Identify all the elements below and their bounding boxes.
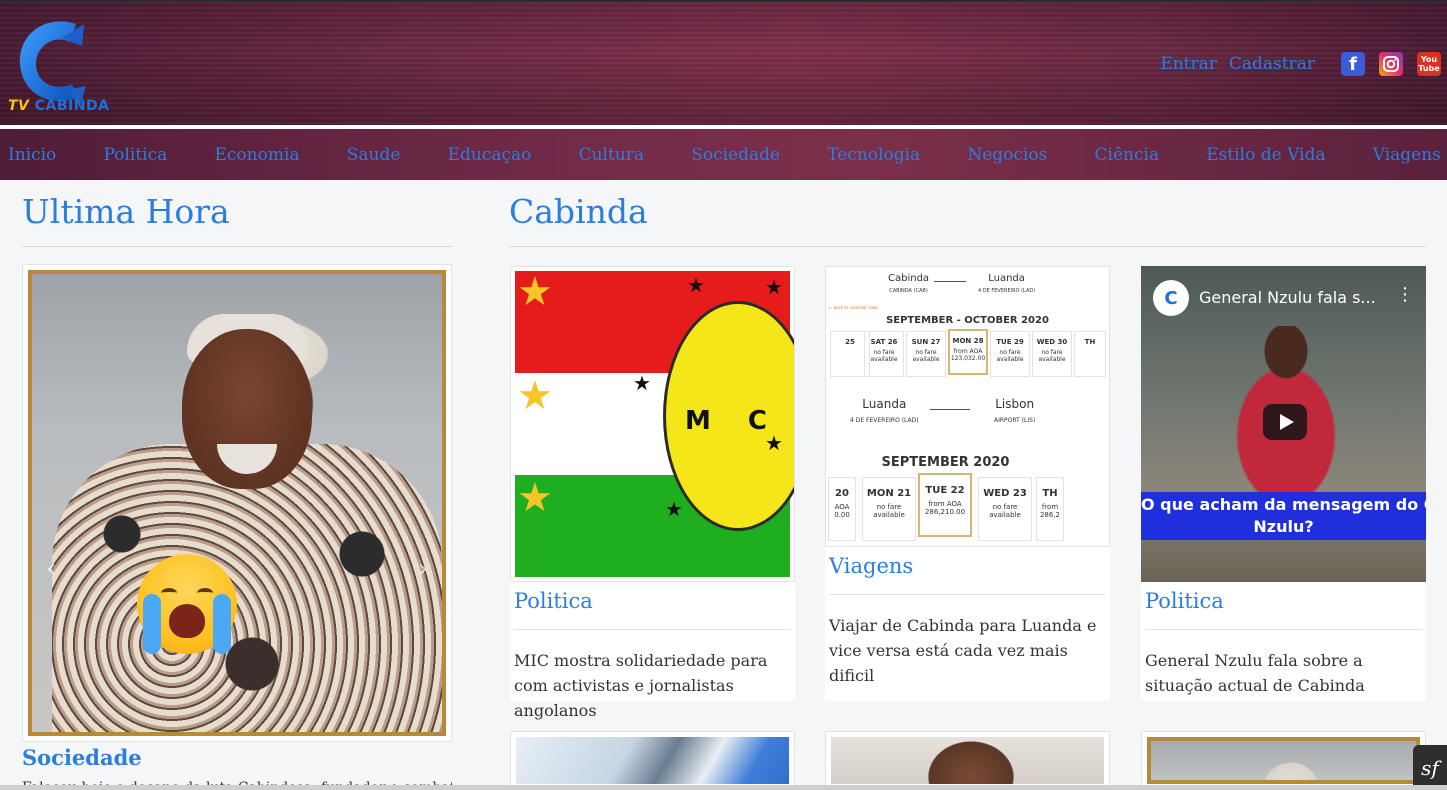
hero-image[interactable]: ‹ › bbox=[32, 274, 442, 732]
news-card-mic[interactable]: ★ ★ ★ ★ ★ ★ ★ ★ M C Politica MIC mostra … bbox=[510, 266, 795, 720]
tear-right bbox=[213, 594, 231, 654]
nav-item-educacao[interactable]: Educaçao bbox=[448, 145, 532, 165]
facebook-icon[interactable]: f bbox=[1341, 52, 1365, 76]
nav-item-viagens[interactable]: Viagens bbox=[1373, 145, 1441, 165]
youtube-video-embed[interactable]: C General Nzulu fala s... ⋮ O que acham … bbox=[1141, 266, 1426, 582]
play-button-icon[interactable] bbox=[1263, 404, 1307, 440]
nav-item-sociedade[interactable]: Sociedade bbox=[691, 145, 780, 165]
login-link[interactable]: Entrar bbox=[1160, 54, 1217, 74]
route2-to: Lisbon AIRPORT (LIS) bbox=[994, 397, 1036, 424]
card-image[interactable] bbox=[516, 737, 789, 784]
eye-left bbox=[161, 588, 177, 598]
news-card-thumb[interactable] bbox=[510, 731, 795, 790]
route1-arrow bbox=[934, 281, 966, 282]
card-image-frame: Cabinda CABINDA (CAB) Luanda 4 DE FEVEREIR… bbox=[825, 266, 1110, 547]
flight-day: TH bbox=[1074, 331, 1106, 377]
flight-schedule-image[interactable]: Cabinda CABINDA (CAB) Luanda 4 DE FEVEREIR… bbox=[826, 267, 1109, 546]
nav-item-inicio[interactable]: Inicio bbox=[8, 145, 56, 165]
site-header: TV CABINDA Entrar Cadastrar f You Tube bbox=[0, 0, 1447, 125]
instagram-icon[interactable] bbox=[1379, 52, 1403, 76]
main-nav: Inicio Politica Economia Saude Educaçao … bbox=[0, 129, 1447, 180]
ultima-hora-title: Ultima Hora bbox=[22, 192, 230, 231]
nav-item-ciencia[interactable]: Ciência bbox=[1095, 145, 1160, 165]
nav-item-politica[interactable]: Politica bbox=[103, 145, 167, 165]
flag-black-star-icon: ★ bbox=[765, 275, 783, 299]
flight-day-selected: TUE 22 from AOA 286,210.00 bbox=[918, 473, 972, 537]
tear-left bbox=[143, 594, 161, 654]
card-image-frame bbox=[1147, 737, 1420, 784]
nav-item-tecnologia[interactable]: Tecnologia bbox=[827, 145, 920, 165]
nav-item-negocios[interactable]: Negocios bbox=[967, 145, 1047, 165]
nav-item-economia[interactable]: Economia bbox=[214, 145, 299, 165]
flight-day: SAT 26 no fare available bbox=[864, 331, 904, 377]
video-title[interactable]: General Nzulu fala s... bbox=[1199, 288, 1376, 307]
nav-item-saude[interactable]: Saude bbox=[347, 145, 401, 165]
flight-day: MON 21 no fare available bbox=[862, 477, 916, 541]
card-headline[interactable]: Viajar de Cabinda para Luanda e vice ver… bbox=[829, 613, 1106, 688]
eye-right bbox=[197, 588, 213, 598]
nav-item-estilo-de-vida[interactable]: Estilo de Vida bbox=[1206, 145, 1325, 165]
cabinda-title: Cabinda bbox=[509, 192, 648, 231]
crying-face-icon bbox=[137, 554, 237, 654]
card-image[interactable] bbox=[1151, 741, 1416, 780]
flag-star-icon: ★ bbox=[517, 373, 553, 419]
month-header-1: SEPTEMBER - OCTOBER 2020 bbox=[886, 315, 1049, 326]
flight-day: WED 23 no fare available bbox=[978, 477, 1032, 541]
flight-day: 20 AOA 0.00 bbox=[828, 477, 856, 541]
card-headline[interactable]: General Nzulu fala sobre a situação actu… bbox=[1145, 648, 1422, 698]
header-links: Entrar Cadastrar f You Tube bbox=[1160, 52, 1441, 76]
card-category-link[interactable]: Politica bbox=[1145, 589, 1224, 613]
card-divider bbox=[1145, 629, 1422, 630]
channel-logo-icon[interactable]: C bbox=[1153, 280, 1189, 316]
route2-from: Luanda 4 DE FEVEREIRO (LAD) bbox=[850, 397, 919, 424]
month-header-2: SEPTEMBER 2020 bbox=[881, 455, 1010, 470]
route1-to: Luanda 4 DE FEVEREIRO (LAD) bbox=[978, 273, 1036, 294]
carousel-next-icon[interactable]: › bbox=[418, 554, 428, 584]
route2-arrow bbox=[930, 409, 970, 410]
news-card-viagens[interactable]: Cabinda CABINDA (CAB) Luanda 4 DE FEVEREIR… bbox=[825, 266, 1110, 701]
card-image[interactable] bbox=[831, 737, 1104, 784]
carousel-prev-icon[interactable]: ‹ bbox=[46, 554, 56, 584]
symfony-debug-icon[interactable]: sf bbox=[1413, 745, 1447, 790]
card-image-frame: C General Nzulu fala s... ⋮ O que acham … bbox=[1141, 266, 1426, 582]
flight-day: SUN 27 no fare available bbox=[906, 331, 946, 377]
hero-carousel[interactable]: ‹ › bbox=[22, 264, 452, 742]
flag-star-icon: ★ bbox=[517, 475, 553, 521]
card-headline[interactable]: MIC mostra solidariedade para com activi… bbox=[514, 648, 791, 723]
card-category-link[interactable]: Viagens bbox=[829, 554, 913, 578]
hero-category-link[interactable]: Sociedade bbox=[22, 745, 142, 770]
youtube-icon[interactable]: You Tube bbox=[1417, 52, 1441, 76]
hero-frame: ‹ › bbox=[28, 270, 446, 736]
card-category-link[interactable]: Politica bbox=[514, 589, 593, 613]
flag-black-star-icon: ★ bbox=[665, 497, 683, 521]
mic-flag-image[interactable]: ★ ★ ★ ★ ★ ★ ★ ★ M C bbox=[515, 269, 794, 577]
news-card-nzulu[interactable]: C General Nzulu fala s... ⋮ O que acham … bbox=[1141, 266, 1426, 701]
flight-day-selected: MON 28 from AOA 123,032.00 bbox=[948, 329, 988, 375]
logo-text: TV CABINDA bbox=[8, 98, 110, 114]
flight-day: TUE 29 no fare available bbox=[990, 331, 1030, 377]
flight-day: TH from 286,2 bbox=[1036, 477, 1064, 541]
cabinda-divider bbox=[509, 246, 1426, 247]
horizontal-scrollbar[interactable] bbox=[0, 785, 1447, 790]
mouth bbox=[169, 604, 205, 638]
card-image-frame: ★ ★ ★ ★ ★ ★ ★ ★ M C bbox=[510, 266, 795, 582]
news-card-thumb[interactable] bbox=[1141, 731, 1426, 790]
register-link[interactable]: Cadastrar bbox=[1229, 54, 1315, 74]
flag-black-star-icon: ★ bbox=[687, 273, 705, 297]
back-link[interactable]: ← back to calendar view bbox=[829, 305, 878, 310]
flight-day: WED 30 no fare available bbox=[1032, 331, 1072, 377]
mic-letters: M C bbox=[685, 406, 782, 436]
route1-from: Cabinda CABINDA (CAB) bbox=[888, 273, 930, 294]
more-options-icon[interactable]: ⋮ bbox=[1396, 284, 1414, 305]
news-card-thumb[interactable] bbox=[825, 731, 1110, 790]
card-divider bbox=[829, 594, 1106, 595]
flag-black-star-icon: ★ bbox=[633, 371, 651, 395]
video-caption: O que acham da mensagem do Ge Nzulu? bbox=[1141, 492, 1426, 540]
nav-item-cultura[interactable]: Cultura bbox=[579, 145, 644, 165]
ultima-hora-divider bbox=[22, 246, 452, 247]
flag-star-icon: ★ bbox=[517, 269, 553, 315]
card-divider bbox=[514, 629, 791, 630]
